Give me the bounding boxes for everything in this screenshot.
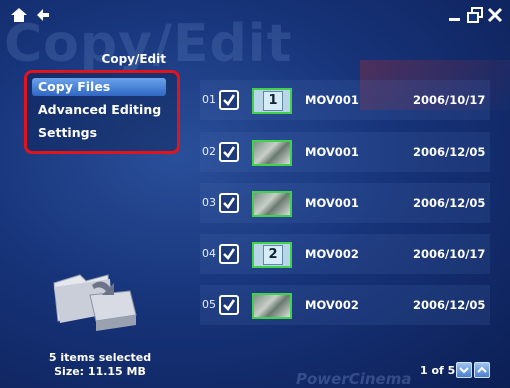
row-checkbox[interactable] — [219, 142, 239, 162]
checkmark-icon — [223, 146, 236, 158]
checkmark-icon — [223, 299, 236, 311]
selection-count: 5 items selected — [48, 351, 152, 364]
menu-item-advanced-editing[interactable]: Advanced Editing — [32, 101, 166, 119]
file-row[interactable]: 02 MOV001 2006/12/05 — [200, 132, 490, 172]
row-number: 02 — [202, 145, 216, 158]
file-row[interactable]: 03 MOV001 2006/12/05 — [200, 183, 490, 223]
row-number: 04 — [202, 247, 216, 260]
video-thumbnail[interactable] — [252, 191, 292, 217]
row-checkbox[interactable] — [219, 244, 239, 264]
file-date: 2006/12/05 — [413, 145, 486, 159]
file-row[interactable]: 04 2 MOV002 2006/10/17 — [200, 234, 490, 274]
video-thumbnail[interactable]: 1 — [252, 88, 292, 114]
video-thumbnail[interactable] — [252, 293, 292, 319]
file-date: 2006/10/17 — [413, 247, 486, 261]
file-name: MOV001 — [305, 196, 359, 210]
checkmark-icon — [223, 197, 236, 209]
row-number: 05 — [202, 298, 216, 311]
brand-watermark: PowerCinema — [296, 370, 412, 388]
page-title: Copy/Edit — [101, 52, 166, 66]
copy-to-drive-icon — [50, 265, 142, 337]
home-icon[interactable] — [10, 6, 28, 24]
thumbnail-number: 2 — [263, 245, 283, 265]
file-name: MOV001 — [305, 145, 359, 159]
side-menu: Copy Files Advanced Editing Settings — [24, 70, 180, 154]
checkmark-icon — [223, 94, 236, 106]
chevron-up-icon[interactable] — [474, 362, 490, 378]
minimize-icon[interactable] — [446, 6, 464, 24]
file-row[interactable]: 01 1 MOV001 2006/10/17 — [200, 80, 490, 120]
file-date: 2006/12/05 — [413, 196, 486, 210]
back-arrow-icon[interactable] — [34, 6, 52, 24]
file-date: 2006/10/17 — [413, 93, 486, 107]
row-checkbox[interactable] — [219, 193, 239, 213]
row-checkbox[interactable] — [219, 295, 239, 315]
checkmark-icon — [223, 248, 236, 260]
file-name: MOV002 — [305, 298, 359, 312]
row-checkbox[interactable] — [219, 90, 239, 110]
page-indicator: 1 of 5 — [420, 364, 456, 377]
row-number: 03 — [202, 196, 216, 209]
row-number: 01 — [202, 93, 216, 106]
file-date: 2006/12/05 — [413, 298, 486, 312]
menu-item-settings[interactable]: Settings — [32, 124, 166, 142]
top-bar — [0, 0, 510, 30]
menu-item-copy-files[interactable]: Copy Files — [32, 78, 166, 96]
restore-icon[interactable] — [466, 6, 484, 24]
video-thumbnail[interactable] — [252, 140, 292, 166]
file-name: MOV001 — [305, 93, 359, 107]
close-icon[interactable] — [486, 6, 504, 24]
chevron-down-icon[interactable] — [456, 362, 472, 378]
file-name: MOV002 — [305, 247, 359, 261]
thumbnail-number: 1 — [263, 91, 283, 111]
video-thumbnail[interactable]: 2 — [252, 242, 292, 268]
selection-size: Size: 11.15 MB — [54, 365, 146, 378]
file-row[interactable]: 05 MOV002 2006/12/05 — [200, 285, 490, 325]
